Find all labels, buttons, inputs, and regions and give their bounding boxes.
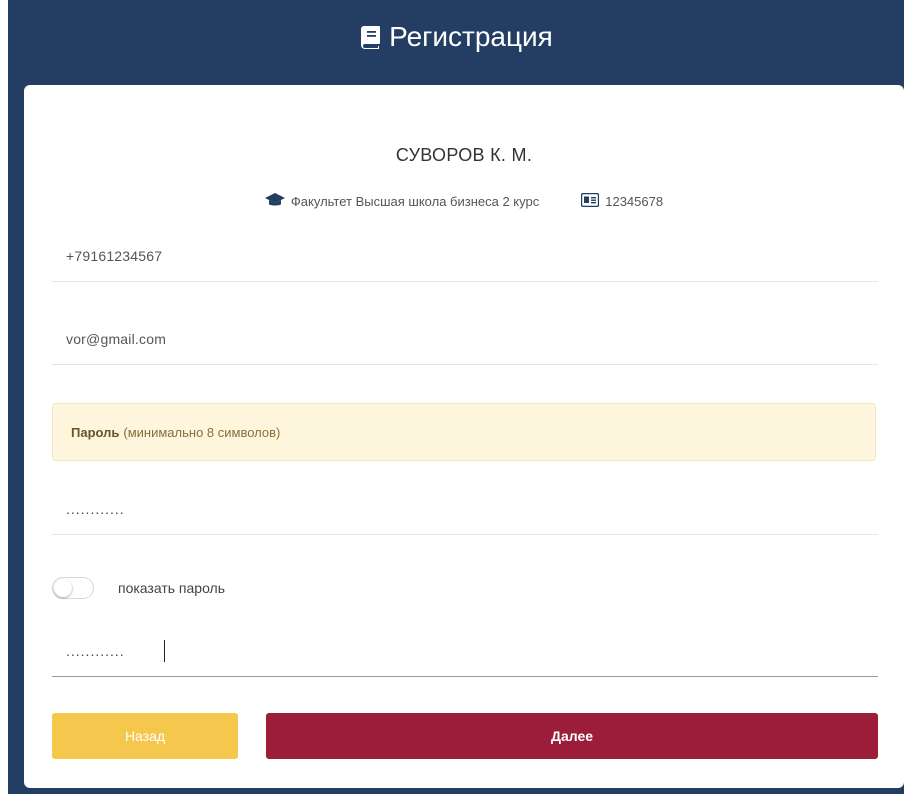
- email-field-wrapper: [52, 314, 878, 365]
- password-input[interactable]: [52, 501, 878, 517]
- next-button[interactable]: Далее: [266, 713, 878, 759]
- show-password-label[interactable]: показать пароль: [118, 580, 225, 596]
- back-button[interactable]: Назад: [52, 713, 238, 759]
- password-notice-text: (минимально 8 символов): [123, 424, 281, 440]
- email-input[interactable]: [52, 331, 878, 347]
- app-frame: Регистрация СУВОРОВ К. М. Факультет Высш…: [8, 0, 904, 794]
- faculty-info: Факультет Высшая школа бизнеса 2 курс: [264, 193, 540, 210]
- password-confirm-input[interactable]: [52, 643, 878, 659]
- faculty-text: Факультет Высшая школа бизнеса 2 курс: [290, 194, 540, 209]
- page-title: Регистрация: [389, 20, 553, 52]
- student-name: СУВОРОВ К. М.: [395, 145, 533, 165]
- graduation-cap-icon: [264, 193, 291, 210]
- text-cursor: [164, 640, 165, 662]
- show-password-row: показать пароль: [52, 573, 225, 603]
- phone-field-wrapper: [52, 231, 878, 282]
- show-password-toggle[interactable]: [52, 577, 94, 599]
- password-notice: Пароль (минимально 8 символов): [52, 403, 876, 461]
- student-id-info: 12345678: [581, 192, 664, 210]
- password-confirm-field-wrapper: [52, 626, 878, 677]
- page-header: Регистрация: [8, 0, 904, 79]
- registration-card: СУВОРОВ К. М. Факультет Высшая школа биз…: [24, 85, 904, 788]
- student-info: Факультет Высшая школа бизнеса 2 курс 12…: [24, 192, 904, 210]
- id-card-icon: [581, 192, 605, 210]
- book-icon: [359, 25, 381, 49]
- password-notice-title: Пароль: [71, 424, 120, 440]
- toggle-knob: [54, 579, 72, 597]
- student-id-text: 12345678: [605, 194, 664, 209]
- password-field-wrapper: [52, 484, 878, 535]
- phone-input[interactable]: [52, 248, 878, 264]
